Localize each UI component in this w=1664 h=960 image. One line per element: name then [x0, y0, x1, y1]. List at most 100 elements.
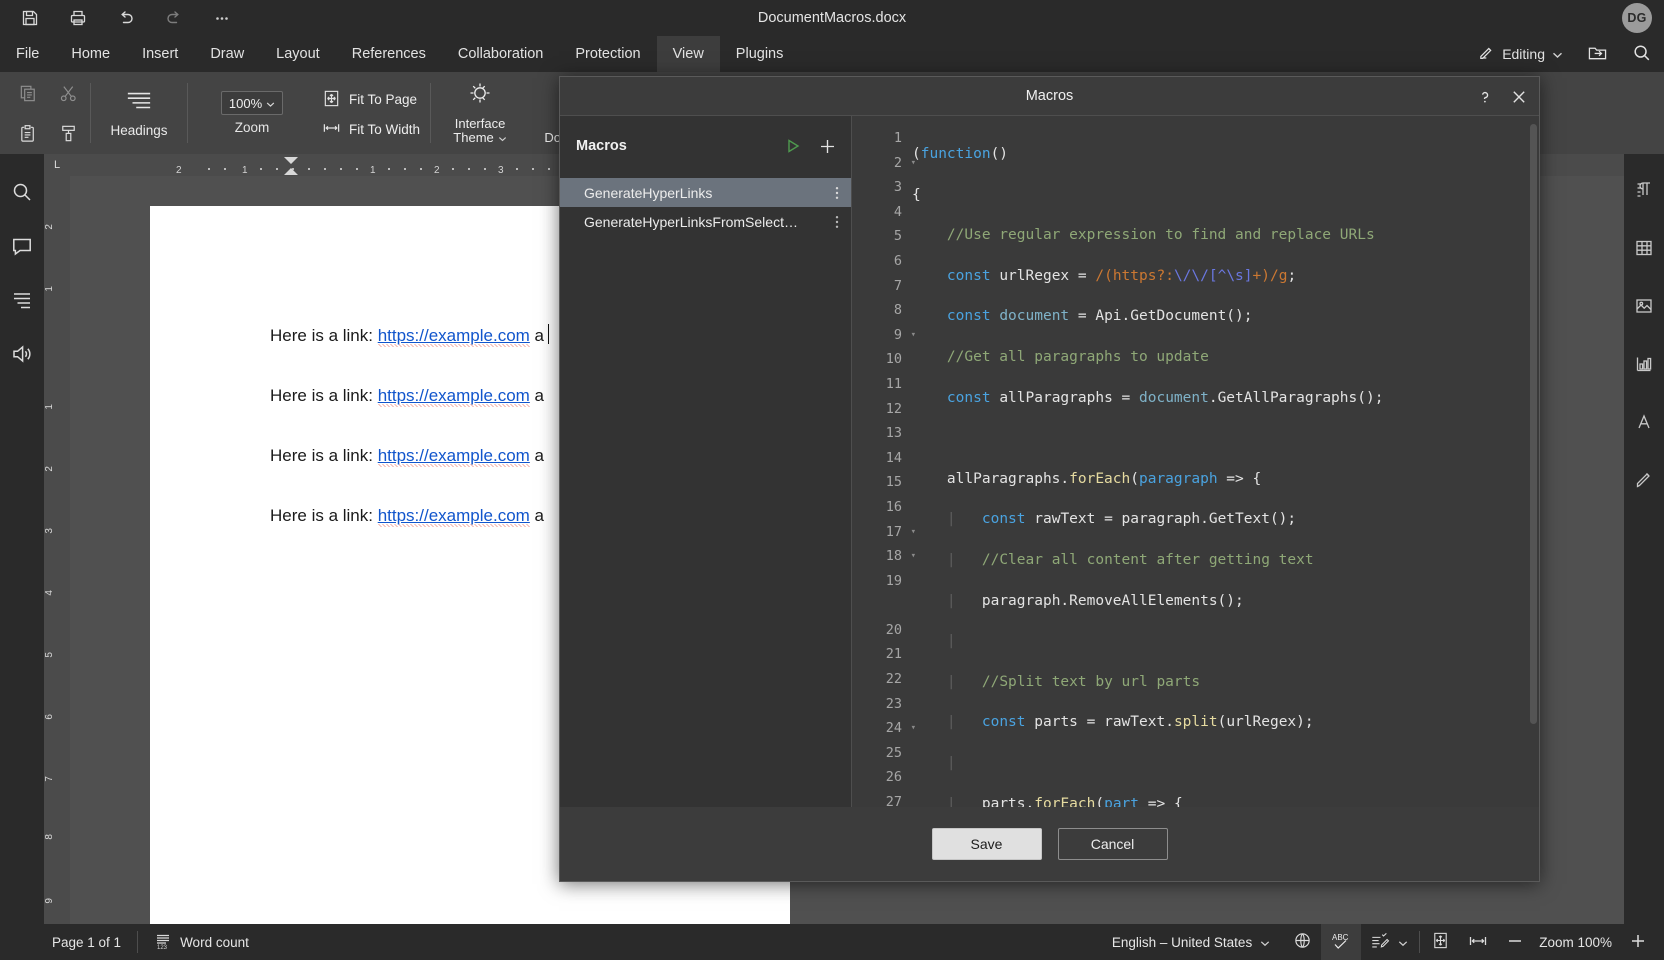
menu-item-plugins[interactable]: Plugins [720, 36, 800, 72]
ruler-v-tick: 4 [44, 590, 55, 596]
page-indicator-label: Page 1 of 1 [52, 934, 122, 950]
kebab-menu-icon[interactable] [835, 207, 839, 236]
document-paragraph[interactable]: Here is a link: https://example.com a [270, 446, 545, 467]
ribbon-group-headings: Headings [93, 72, 185, 154]
menu-item-references[interactable]: References [336, 36, 442, 72]
editor-code-content[interactable]: (function() { //Use regular expression t… [908, 116, 1539, 807]
language-selector[interactable]: English – United States [1098, 924, 1284, 960]
word-count-icon: 123 [154, 932, 172, 953]
fold-arrow-icon[interactable]: ▾ [911, 323, 916, 348]
ruler-v-tick: 5 [44, 652, 55, 658]
document-paragraph[interactable]: Here is a link: https://example.com a [270, 386, 544, 407]
menu-item-view[interactable]: View [656, 36, 720, 72]
kebab-menu-icon[interactable] [835, 178, 839, 207]
menu-bar-right: Editing [1466, 36, 1664, 72]
fit-to-width-label: Fit To Width [349, 121, 421, 137]
document-paragraph[interactable]: Here is a link: https://example.com a [270, 506, 544, 527]
redo-icon[interactable] [150, 0, 198, 36]
page-indicator[interactable]: Page 1 of 1 [38, 924, 135, 960]
hyperlink[interactable]: https://example.com [377, 326, 530, 347]
paste-icon[interactable] [8, 113, 48, 153]
macro-code-editor[interactable]: 1 2 ▾ 3 4 5 6 7 8 9 ▾ 10 11 12 13 14 15 16 [852, 116, 1539, 807]
fit-to-width-icon [1468, 934, 1488, 951]
document-paragraph[interactable]: Here is a link: https://example.com a [270, 326, 544, 347]
svg-text:123: 123 [157, 945, 168, 950]
save-button[interactable]: Save [931, 828, 1042, 860]
undo-icon[interactable] [102, 0, 150, 36]
copy-style-icon[interactable] [48, 113, 88, 153]
code-line: //Get all paragraphs to update [946, 348, 1209, 365]
chart-settings-icon[interactable] [1628, 348, 1660, 380]
macro-list-item[interactable]: GenerateHyperLinksFromSelect… [560, 207, 851, 236]
menu-item-collaboration[interactable]: Collaboration [442, 36, 559, 72]
line-number: 12 [885, 400, 902, 417]
hyperlink[interactable]: https://example.com [377, 506, 530, 527]
comment-icon[interactable] [6, 230, 38, 262]
fit-to-width-status-button[interactable] [1459, 924, 1497, 960]
menu-item-protection[interactable]: Protection [559, 36, 656, 72]
menu-item-draw[interactable]: Draw [194, 36, 260, 72]
fold-arrow-icon[interactable]: ▾ [911, 544, 916, 569]
status-bar: Page 1 of 1 123 Word count English – Uni… [0, 924, 1664, 960]
code-line: | const rawText = paragraph.GetText(); [946, 511, 1297, 528]
table-settings-icon[interactable] [1628, 232, 1660, 264]
fit-to-page-status-button[interactable] [1422, 924, 1459, 960]
fold-arrow-icon[interactable]: ▾ [911, 151, 916, 176]
search-icon[interactable] [6, 176, 38, 208]
code-line: const urlRegex = /(https?:\/\/[^\s]+)/g; [946, 267, 1297, 284]
menu-item-file[interactable]: File [0, 36, 55, 72]
avatar[interactable]: DG [1622, 3, 1652, 33]
editor-scrollbar[interactable] [1530, 124, 1537, 724]
headings-button[interactable]: Headings [93, 77, 185, 149]
tab-stop-selector[interactable]: L [44, 154, 70, 176]
vertical-ruler[interactable]: 2 1 1 2 3 4 5 6 7 8 9 [44, 176, 70, 924]
zoom-level-indicator[interactable]: Zoom 100% [1533, 924, 1618, 960]
image-settings-icon[interactable] [1628, 290, 1660, 322]
macro-list-item[interactable]: GenerateHyperLinks [560, 178, 851, 207]
sun-icon [463, 80, 497, 114]
open-file-location-button[interactable] [1575, 36, 1620, 72]
copy-icon[interactable] [8, 73, 48, 113]
macros-panel-title: Macros [576, 138, 627, 154]
zoom-select[interactable]: 100% [221, 91, 283, 115]
editing-mode-button[interactable]: Editing [1466, 36, 1575, 72]
line-number: 3 [893, 179, 902, 196]
paragraph-suffix: a [529, 446, 545, 465]
signature-settings-icon[interactable] [1628, 464, 1660, 496]
zoom-out-button[interactable] [1497, 924, 1533, 960]
set-document-language-button[interactable] [1284, 924, 1321, 960]
menu-item-insert[interactable]: Insert [126, 36, 194, 72]
chevron-down-icon [266, 96, 275, 111]
fit-to-page-button[interactable]: Fit To Page [322, 89, 420, 111]
more-icon[interactable] [198, 0, 246, 36]
line-number: 27 [885, 794, 902, 807]
code-line: | paragraph.RemoveAllElements(); [946, 592, 1244, 609]
add-macro-icon[interactable] [817, 136, 837, 156]
cut-icon[interactable] [48, 73, 88, 113]
run-icon[interactable] [783, 136, 803, 156]
cancel-button[interactable]: Cancel [1057, 828, 1168, 860]
text-art-settings-icon[interactable] [1628, 406, 1660, 438]
hyperlink[interactable]: https://example.com [377, 386, 530, 407]
fold-arrow-icon[interactable]: ▾ [911, 716, 916, 741]
fit-to-width-button[interactable]: Fit To Width [322, 121, 420, 138]
spell-checking-button[interactable]: ABC [1321, 924, 1362, 960]
paragraph-prefix: Here is a link: [270, 386, 378, 405]
code-line: | [946, 754, 956, 771]
word-count-button[interactable]: 123 Word count [140, 924, 263, 960]
track-changes-button[interactable] [1361, 924, 1417, 960]
hyperlink[interactable]: https://example.com [377, 446, 530, 467]
print-icon[interactable] [54, 0, 102, 36]
fold-arrow-icon[interactable]: ▾ [911, 520, 916, 545]
paragraph-settings-icon[interactable] [1628, 174, 1660, 206]
find-button[interactable] [1620, 36, 1664, 72]
text-to-speech-icon[interactable] [6, 338, 38, 370]
help-icon[interactable] [1475, 87, 1495, 107]
menu-item-layout[interactable]: Layout [260, 36, 336, 72]
close-icon[interactable] [1509, 87, 1529, 107]
zoom-in-button[interactable] [1618, 924, 1658, 960]
headings-nav-icon[interactable] [6, 284, 38, 316]
menu-item-home[interactable]: Home [55, 36, 126, 72]
save-icon[interactable] [6, 0, 54, 36]
interface-theme-button[interactable]: Interface Theme [433, 75, 527, 151]
